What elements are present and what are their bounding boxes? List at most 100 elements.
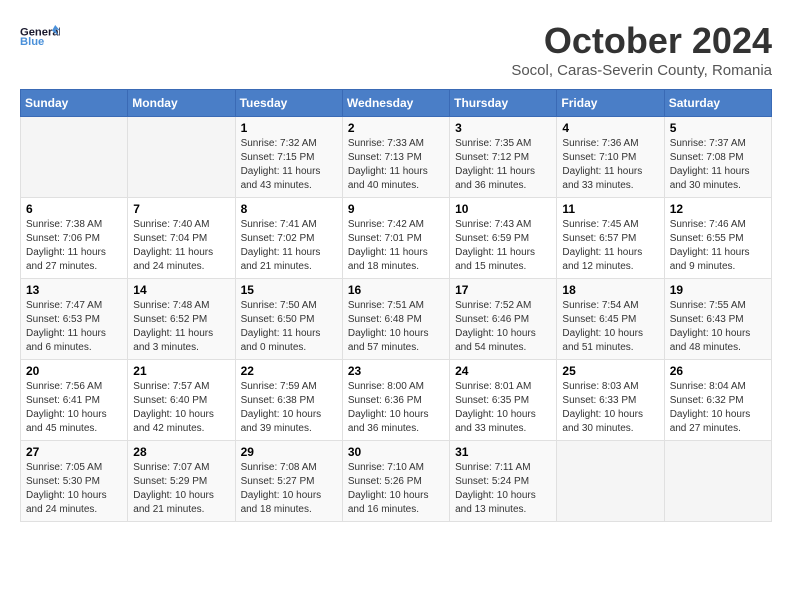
- calendar-cell: 10Sunrise: 7:43 AMSunset: 6:59 PMDayligh…: [450, 198, 557, 279]
- calendar-cell: 21 Sunrise: 7:57 AMSunset: 6:40 PMDayligh…: [128, 360, 235, 441]
- day-number: 2: [348, 121, 444, 135]
- weekday-header-thursday: Thursday: [450, 90, 557, 117]
- day-info: Sunrise: 7:56 AMSunset: 6:41 PMDaylight:…: [26, 380, 122, 436]
- calendar-cell: 18 Sunrise: 7:54 AMSunset: 6:45 PMDayligh…: [557, 279, 664, 360]
- day-number: 3: [455, 121, 551, 135]
- title-block: October 2024 Socol, Caras-Severin County…: [511, 20, 772, 79]
- day-number: 26: [670, 364, 766, 378]
- day-number: 24: [455, 364, 551, 378]
- day-info: Sunrise: 7:38 AMSunset: 7:06 PMDaylight:…: [26, 218, 122, 274]
- day-number: 4: [562, 121, 658, 135]
- day-number: 22: [241, 364, 337, 378]
- week-row-4: 20 Sunrise: 7:56 AMSunset: 6:41 PMDayligh…: [21, 360, 772, 441]
- day-info: Sunrise: 7:52 AMSunset: 6:46 PMDaylight:…: [455, 299, 551, 355]
- day-number: 15: [241, 283, 337, 297]
- calendar-cell: 29 Sunrise: 7:08 AMSunset: 5:27 PMDayligh…: [235, 441, 342, 522]
- weekday-header-tuesday: Tuesday: [235, 90, 342, 117]
- day-number: 11: [562, 202, 658, 216]
- day-info: Sunrise: 7:48 AMSunset: 6:52 PMDaylight:…: [133, 299, 229, 355]
- day-number: 29: [241, 445, 337, 459]
- calendar-cell: 19 Sunrise: 7:55 AMSunset: 6:43 PMDayligh…: [664, 279, 771, 360]
- calendar-cell: 8Sunrise: 7:41 AMSunset: 7:02 PMDaylight…: [235, 198, 342, 279]
- day-number: 30: [348, 445, 444, 459]
- calendar-cell: [21, 117, 128, 198]
- day-info: Sunrise: 7:57 AMSunset: 6:40 PMDaylight:…: [133, 380, 229, 436]
- day-info: Sunrise: 7:11 AMSunset: 5:24 PMDaylight:…: [455, 461, 551, 517]
- day-info: Sunrise: 7:45 AMSunset: 6:57 PMDaylight:…: [562, 218, 658, 274]
- calendar-cell: 28 Sunrise: 7:07 AMSunset: 5:29 PMDayligh…: [128, 441, 235, 522]
- day-number: 23: [348, 364, 444, 378]
- month-title: October 2024: [511, 20, 772, 62]
- day-info: Sunrise: 7:47 AMSunset: 6:53 PMDaylight:…: [26, 299, 122, 355]
- day-info: Sunrise: 7:36 AMSunset: 7:10 PMDaylight:…: [562, 137, 658, 193]
- day-number: 19: [670, 283, 766, 297]
- day-number: 25: [562, 364, 658, 378]
- day-number: 8: [241, 202, 337, 216]
- day-info: Sunrise: 7:50 AMSunset: 6:50 PMDaylight:…: [241, 299, 337, 355]
- weekday-header-saturday: Saturday: [664, 90, 771, 117]
- day-info: Sunrise: 8:04 AMSunset: 6:32 PMDaylight:…: [670, 380, 766, 436]
- calendar-cell: 26 Sunrise: 8:04 AMSunset: 6:32 PMDayligh…: [664, 360, 771, 441]
- day-number: 28: [133, 445, 229, 459]
- logo-svg: General Blue: [20, 20, 60, 50]
- day-info: Sunrise: 8:00 AMSunset: 6:36 PMDaylight:…: [348, 380, 444, 436]
- calendar-cell: 2 Sunrise: 7:33 AMSunset: 7:13 PMDaylight…: [342, 117, 449, 198]
- day-info: Sunrise: 7:32 AMSunset: 7:15 PMDaylight:…: [241, 137, 337, 193]
- day-number: 14: [133, 283, 229, 297]
- calendar-cell: 27 Sunrise: 7:05 AMSunset: 5:30 PMDayligh…: [21, 441, 128, 522]
- day-number: 5: [670, 121, 766, 135]
- day-number: 18: [562, 283, 658, 297]
- day-info: Sunrise: 7:55 AMSunset: 6:43 PMDaylight:…: [670, 299, 766, 355]
- calendar-cell: 30 Sunrise: 7:10 AMSunset: 5:26 PMDayligh…: [342, 441, 449, 522]
- day-info: Sunrise: 7:33 AMSunset: 7:13 PMDaylight:…: [348, 137, 444, 193]
- day-number: 9: [348, 202, 444, 216]
- location-subtitle: Socol, Caras-Severin County, Romania: [511, 62, 772, 79]
- day-info: Sunrise: 7:37 AMSunset: 7:08 PMDaylight:…: [670, 137, 766, 193]
- calendar-cell: 16Sunrise: 7:51 AMSunset: 6:48 PMDayligh…: [342, 279, 449, 360]
- weekday-header-row: SundayMondayTuesdayWednesdayThursdayFrid…: [21, 90, 772, 117]
- day-number: 21: [133, 364, 229, 378]
- calendar-cell: 5 Sunrise: 7:37 AMSunset: 7:08 PMDaylight…: [664, 117, 771, 198]
- calendar-cell: 12 Sunrise: 7:46 AMSunset: 6:55 PMDayligh…: [664, 198, 771, 279]
- calendar-cell: 3 Sunrise: 7:35 AMSunset: 7:12 PMDaylight…: [450, 117, 557, 198]
- calendar-cell: [128, 117, 235, 198]
- day-number: 13: [26, 283, 122, 297]
- calendar-cell: 1 Sunrise: 7:32 AMSunset: 7:15 PMDaylight…: [235, 117, 342, 198]
- day-number: 7: [133, 202, 229, 216]
- calendar-cell: 13 Sunrise: 7:47 AMSunset: 6:53 PMDayligh…: [21, 279, 128, 360]
- day-number: 12: [670, 202, 766, 216]
- day-number: 1: [241, 121, 337, 135]
- calendar-cell: [557, 441, 664, 522]
- calendar-cell: 15 Sunrise: 7:50 AMSunset: 6:50 PMDayligh…: [235, 279, 342, 360]
- day-number: 20: [26, 364, 122, 378]
- calendar-table: SundayMondayTuesdayWednesdayThursdayFrid…: [20, 89, 772, 522]
- calendar-cell: 24Sunrise: 8:01 AMSunset: 6:35 PMDayligh…: [450, 360, 557, 441]
- day-info: Sunrise: 7:05 AMSunset: 5:30 PMDaylight:…: [26, 461, 122, 517]
- calendar-cell: 11 Sunrise: 7:45 AMSunset: 6:57 PMDayligh…: [557, 198, 664, 279]
- day-info: Sunrise: 7:43 AMSunset: 6:59 PMDaylight:…: [455, 218, 551, 274]
- day-info: Sunrise: 7:40 AMSunset: 7:04 PMDaylight:…: [133, 218, 229, 274]
- day-info: Sunrise: 7:10 AMSunset: 5:26 PMDaylight:…: [348, 461, 444, 517]
- day-info: Sunrise: 7:42 AMSunset: 7:01 PMDaylight:…: [348, 218, 444, 274]
- calendar-cell: 31Sunrise: 7:11 AMSunset: 5:24 PMDayligh…: [450, 441, 557, 522]
- day-info: Sunrise: 7:35 AMSunset: 7:12 PMDaylight:…: [455, 137, 551, 193]
- day-info: Sunrise: 7:46 AMSunset: 6:55 PMDaylight:…: [670, 218, 766, 274]
- week-row-1: 1 Sunrise: 7:32 AMSunset: 7:15 PMDaylight…: [21, 117, 772, 198]
- day-number: 17: [455, 283, 551, 297]
- calendar-cell: [664, 441, 771, 522]
- day-info: Sunrise: 8:03 AMSunset: 6:33 PMDaylight:…: [562, 380, 658, 436]
- day-info: Sunrise: 7:54 AMSunset: 6:45 PMDaylight:…: [562, 299, 658, 355]
- calendar-cell: 4 Sunrise: 7:36 AMSunset: 7:10 PMDaylight…: [557, 117, 664, 198]
- week-row-5: 27 Sunrise: 7:05 AMSunset: 5:30 PMDayligh…: [21, 441, 772, 522]
- calendar-cell: 23 Sunrise: 8:00 AMSunset: 6:36 PMDayligh…: [342, 360, 449, 441]
- day-info: Sunrise: 7:51 AMSunset: 6:48 PMDaylight:…: [348, 299, 444, 355]
- logo: General Blue: [20, 20, 60, 50]
- calendar-cell: 9 Sunrise: 7:42 AMSunset: 7:01 PMDaylight…: [342, 198, 449, 279]
- calendar-cell: 22Sunrise: 7:59 AMSunset: 6:38 PMDayligh…: [235, 360, 342, 441]
- day-info: Sunrise: 7:08 AMSunset: 5:27 PMDaylight:…: [241, 461, 337, 517]
- calendar-cell: 14 Sunrise: 7:48 AMSunset: 6:52 PMDayligh…: [128, 279, 235, 360]
- day-number: 27: [26, 445, 122, 459]
- day-info: Sunrise: 7:07 AMSunset: 5:29 PMDaylight:…: [133, 461, 229, 517]
- weekday-header-friday: Friday: [557, 90, 664, 117]
- calendar-cell: 7 Sunrise: 7:40 AMSunset: 7:04 PMDaylight…: [128, 198, 235, 279]
